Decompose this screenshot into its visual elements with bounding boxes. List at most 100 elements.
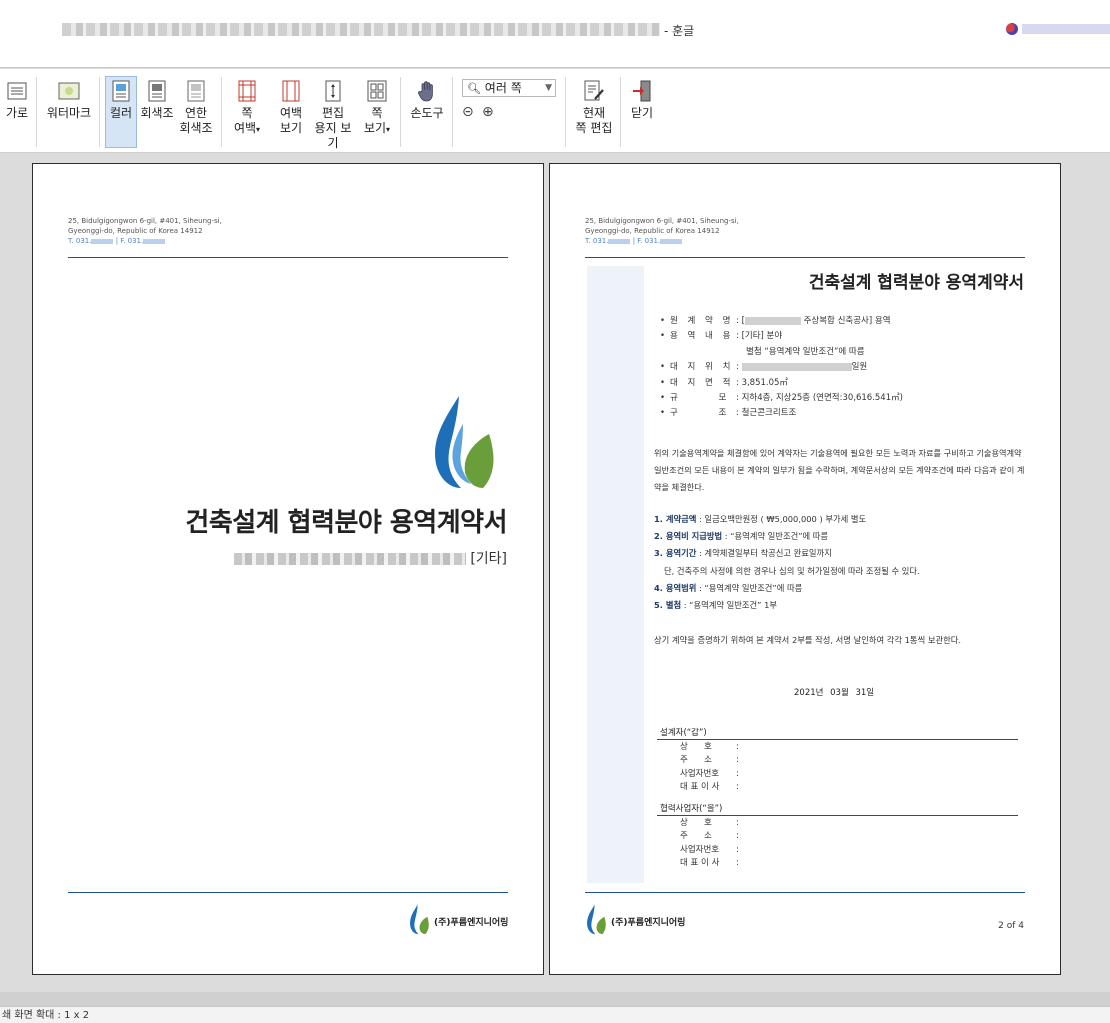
watermark-icon bbox=[58, 82, 80, 100]
footer-company-name: (주)푸름엔지니어링 bbox=[611, 918, 686, 928]
edit-paper-view-button[interactable]: 편집 용지 보기 bbox=[310, 79, 356, 151]
color-print-icon bbox=[112, 80, 130, 102]
company-address: 25, Bidulgigongwon 6-gil, #401, Siheung-… bbox=[68, 216, 222, 246]
landscape-label: 가로 bbox=[5, 106, 29, 120]
view-mode-value: 여러 쪽 bbox=[484, 81, 522, 95]
account-avatar-icon[interactable] bbox=[1006, 23, 1018, 35]
zoom-out-icon[interactable]: ⊝ bbox=[462, 104, 474, 120]
contract-date: 2021년 03월 31일 bbox=[794, 688, 875, 698]
watermark-button[interactable]: 워터마크 bbox=[44, 79, 94, 121]
ribbon-separator bbox=[620, 77, 621, 147]
hand-tool-button[interactable]: 손도구 bbox=[409, 79, 445, 121]
address-line-1: 25, Bidulgigongwon 6-gil, #401, Siheung-… bbox=[585, 217, 739, 225]
color-label: 컬러 bbox=[109, 106, 133, 120]
light-grayscale-label: 연한 회색조 bbox=[179, 106, 213, 135]
grayscale-label: 회색조 bbox=[140, 106, 174, 120]
hand-tool-label: 손도구 bbox=[410, 106, 444, 120]
ribbon-separator bbox=[565, 77, 566, 147]
grayscale-icon bbox=[148, 80, 166, 102]
dropdown-caret-icon[interactable]: ▾ bbox=[386, 125, 390, 134]
horizontal-scroll-area[interactable] bbox=[0, 992, 1110, 1006]
close-preview-button[interactable]: 닫기 bbox=[627, 79, 657, 121]
party-a-heading: 설계자(“갑”) bbox=[660, 728, 707, 738]
term-item: 단, 건축주의 사정에 의한 경우나 심의 및 허가일정에 따라 조정될 수 있… bbox=[664, 565, 920, 576]
light-grayscale-button[interactable]: 연한 회색조 bbox=[179, 79, 213, 136]
watermark-label: 워터마크 bbox=[46, 106, 92, 120]
edit-current-page-button[interactable]: 현재 쪽 편집 bbox=[573, 79, 615, 136]
contract-title: 건축설계 협력분야 용역계약서 bbox=[808, 273, 1024, 293]
cover-title: 건축설계 협력분야 용역계약서 bbox=[185, 508, 507, 538]
landscape-button[interactable]: 가로 bbox=[2, 79, 32, 121]
company-address: 25, Bidulgigongwon 6-gil, #401, Siheung-… bbox=[585, 216, 739, 246]
term-item: 3. 용역기간 : 계약체결일부터 착공신고 완료일까지 bbox=[654, 548, 832, 559]
chevron-down-icon[interactable]: ▼ bbox=[545, 80, 552, 96]
account-area[interactable] bbox=[1006, 21, 1110, 37]
page-margin-button[interactable]: 쪽 여백▾ bbox=[230, 79, 264, 137]
edit-paper-view-label: 편집 용지 보기 bbox=[314, 106, 352, 150]
project-name-redacted bbox=[234, 553, 467, 565]
preview-page-1[interactable]: 25, Bidulgigongwon 6-gil, #401, Siheung-… bbox=[32, 163, 544, 975]
margin-shading bbox=[587, 266, 644, 883]
margin-view-button[interactable]: 여백 보기 bbox=[274, 79, 308, 136]
cover-subtitle-tag: [기타] bbox=[470, 551, 507, 567]
footer-logo-icon bbox=[587, 904, 606, 935]
address-line-2: Gyeonggi-do, Republic of Korea 14912 bbox=[68, 227, 203, 235]
address-line-2: Gyeonggi-do, Republic of Korea 14912 bbox=[585, 227, 720, 235]
edit-current-page-label: 현재 쪽 편집 bbox=[575, 106, 613, 135]
ribbon-separator bbox=[99, 77, 100, 147]
page-view-button[interactable]: 쪽 보기▾ bbox=[361, 79, 393, 137]
party-b-heading: 협력사업자(“을”) bbox=[660, 804, 723, 814]
contract-paragraph: 위의 기술용역계약을 체결함에 있어 계약자는 기술용역에 필요한 모든 노력과… bbox=[654, 448, 1025, 492]
print-preview-ribbon: 가로 워터마크 컬러 회색조 연한 회색조 쪽 여백▾ 여백 보기 편집 용지 … bbox=[0, 69, 1110, 153]
margin-view-icon bbox=[282, 80, 300, 102]
zoom-status: 쇄 화면 확대 : 1 x 2 bbox=[2, 1010, 90, 1021]
term-item: 4. 용역범위 : “용역계약 일반조건”에 따름 bbox=[654, 582, 803, 593]
page-view-icon bbox=[367, 80, 387, 102]
light-grayscale-icon bbox=[187, 80, 205, 102]
view-mode-select[interactable]: 🔍︎ 여러 쪽 ▼ bbox=[462, 79, 556, 97]
edit-paper-view-icon bbox=[325, 80, 341, 102]
dropdown-caret-icon[interactable]: ▾ bbox=[256, 125, 260, 134]
ribbon-separator bbox=[221, 77, 222, 147]
edit-current-page-icon bbox=[584, 80, 604, 101]
ribbon-separator bbox=[400, 77, 401, 147]
address-phone: T. 031. | F. 031. bbox=[68, 236, 222, 246]
term-item: 1. 계약금액 : 일금오백만원정 ( ₩5,000,000 ) 부가세 별도 bbox=[654, 514, 867, 524]
footer-company-name: (주)푸름엔지니어링 bbox=[434, 918, 509, 928]
header-rule bbox=[68, 257, 508, 258]
title-bar: - 훈글 bbox=[0, 0, 1110, 68]
party-a-rule bbox=[657, 739, 1018, 740]
app-name: - 훈글 bbox=[664, 24, 695, 38]
header-rule bbox=[585, 257, 1025, 258]
window-title-redacted bbox=[62, 23, 660, 36]
ribbon-separator bbox=[452, 77, 453, 147]
color-button[interactable]: 컬러 bbox=[105, 76, 137, 148]
party-b-rule bbox=[657, 815, 1018, 816]
footer-logo-icon bbox=[410, 904, 429, 935]
page-margin-icon bbox=[238, 80, 256, 102]
term-item: 2. 용역비 지급방법 : “용역계약 일반조건”에 따름 bbox=[654, 531, 829, 542]
preview-page-2[interactable]: 25, Bidulgigongwon 6-gil, #401, Siheung-… bbox=[549, 163, 1061, 975]
close-preview-label: 닫기 bbox=[630, 106, 654, 120]
footer-rule bbox=[68, 892, 508, 893]
hand-tool-icon bbox=[418, 81, 433, 102]
status-bar: 쇄 화면 확대 : 1 x 2 bbox=[0, 1006, 1110, 1023]
footer-rule bbox=[585, 892, 1025, 893]
ribbon-separator bbox=[36, 77, 37, 147]
magnifier-icon: 🔍︎ bbox=[467, 82, 481, 95]
term-item: 5. 별첨 : “용역계약 일반조건” 1부 bbox=[654, 600, 778, 611]
page-margin-label: 쪽 여백▾ bbox=[233, 106, 261, 135]
margin-view-label: 여백 보기 bbox=[279, 106, 303, 135]
cover-subtitle: [기타] bbox=[234, 548, 507, 568]
page-view-label: 쪽 보기▾ bbox=[363, 106, 391, 135]
landscape-page-icon bbox=[7, 82, 27, 100]
close-preview-icon bbox=[633, 80, 651, 102]
address-phone: T. 031. | F. 031. bbox=[585, 236, 739, 246]
zoom-in-icon[interactable]: ⊕ bbox=[482, 104, 494, 120]
company-logo-icon bbox=[435, 396, 494, 488]
address-line-1: 25, Bidulgigongwon 6-gil, #401, Siheung-… bbox=[68, 217, 222, 225]
account-name-redacted bbox=[1022, 24, 1110, 34]
contract-terms: 1. 계약금액 : 일금오백만원정 ( ₩5,000,000 ) 부가세 별도 … bbox=[654, 511, 920, 614]
grayscale-button[interactable]: 회색조 bbox=[140, 79, 174, 121]
contract-pledge: 상기 계약을 증명하기 위하여 본 계약서 2부를 작성, 서명 날인하여 각각… bbox=[654, 635, 962, 645]
